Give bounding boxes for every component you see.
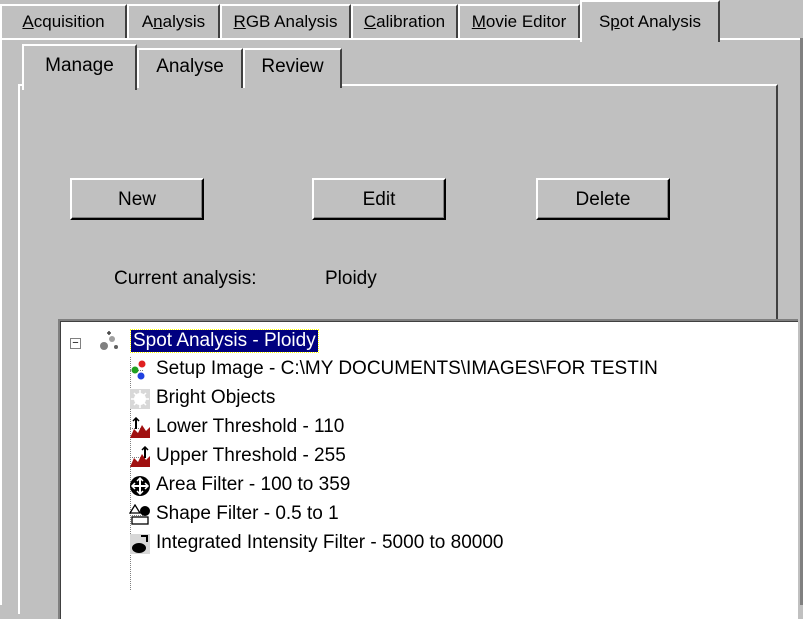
tab-label-key: M bbox=[471, 12, 486, 31]
edit-button[interactable]: Edit bbox=[312, 178, 446, 220]
main-tabstrip: Acquisition Analysis RGB Analysis Calibr… bbox=[0, 0, 803, 42]
lower-threshold-icon bbox=[130, 417, 150, 438]
current-analysis-label: Current analysis: bbox=[114, 268, 257, 289]
tab-label-post: GB Analysis bbox=[245, 12, 338, 31]
tree-item-label: Area Filter - 100 to 359 bbox=[156, 474, 351, 495]
area-filter-icon bbox=[130, 476, 150, 496]
tree-item[interactable]: Setup Image - C:\MY DOCUMENTS\IMAGES\FOR… bbox=[60, 356, 798, 384]
tree-item-label: Integrated Intensity Filter - 5000 to 80… bbox=[156, 532, 504, 553]
tab-spot-analysis[interactable]: Spot Analysis bbox=[580, 0, 720, 42]
integrated-intensity-filter-icon bbox=[130, 534, 150, 554]
tab-label-key: C bbox=[363, 12, 377, 31]
tree-item[interactable]: Lower Threshold - 110 bbox=[60, 414, 798, 442]
tab-label-post: ovie Editor bbox=[485, 12, 567, 31]
tab-label-post: alibration bbox=[376, 12, 446, 31]
spot-analysis-icon bbox=[100, 331, 118, 350]
tab-label-post: cquisition bbox=[33, 12, 105, 31]
tab-analyse[interactable]: Analyse bbox=[137, 48, 243, 88]
tree-item-label: Upper Threshold - 255 bbox=[156, 445, 346, 466]
tab-calibration[interactable]: Calibration bbox=[351, 4, 458, 38]
tree-item-label: Shape Filter - 0.5 to 1 bbox=[156, 503, 339, 524]
tree-item[interactable]: Integrated Intensity Filter - 5000 to 80… bbox=[60, 530, 798, 558]
tree-item[interactable]: Area Filter - 100 to 359 bbox=[60, 472, 798, 500]
tab-label-pre: A bbox=[141, 12, 154, 31]
tab-review[interactable]: Review bbox=[243, 48, 342, 88]
tab-label-pre: S bbox=[598, 12, 611, 31]
tree-item-label: Lower Threshold - 110 bbox=[156, 416, 345, 437]
delete-button[interactable]: Delete bbox=[536, 178, 670, 220]
panel-left-edge bbox=[0, 38, 2, 605]
tab-label-key: n bbox=[153, 12, 163, 31]
tree-item[interactable]: Bright Objects bbox=[60, 385, 798, 413]
tab-label-key: R bbox=[233, 12, 246, 31]
tab-label-post: alysis bbox=[162, 12, 206, 31]
tree-root-label[interactable]: Spot Analysis - Ploidy bbox=[130, 329, 319, 353]
tab-label-post: ot Analysis bbox=[619, 12, 702, 31]
tree-item[interactable]: Shape Filter - 0.5 to 1 bbox=[60, 501, 798, 529]
tab-label-key: p bbox=[610, 12, 620, 31]
tab-acquisition[interactable]: Acquisition bbox=[0, 4, 127, 38]
tab-label-key: A bbox=[22, 12, 34, 31]
collapse-icon[interactable]: − bbox=[70, 338, 81, 349]
tree-item-label: Setup Image - C:\MY DOCUMENTS\IMAGES\FOR… bbox=[156, 358, 658, 379]
tab-movie-editor[interactable]: Movie Editor bbox=[458, 4, 580, 38]
tab-analysis[interactable]: Analysis bbox=[127, 4, 220, 38]
setup-image-icon bbox=[131, 360, 146, 380]
tab-manage[interactable]: Manage bbox=[22, 44, 137, 90]
analysis-tree[interactable]: − Spot Analysis - Ploidy Setup Image - C… bbox=[58, 319, 798, 619]
tree-item-label: Bright Objects bbox=[156, 387, 276, 408]
new-button[interactable]: New bbox=[70, 178, 204, 220]
tree-item[interactable]: Upper Threshold - 255 bbox=[60, 443, 798, 471]
upper-threshold-icon bbox=[130, 446, 150, 467]
bright-objects-icon bbox=[130, 389, 150, 409]
tab-rgb-analysis[interactable]: RGB Analysis bbox=[220, 4, 351, 38]
tree-root-row[interactable]: − Spot Analysis - Ploidy bbox=[60, 328, 798, 356]
current-analysis-value: Ploidy bbox=[325, 268, 377, 289]
shape-filter-icon bbox=[129, 504, 150, 525]
